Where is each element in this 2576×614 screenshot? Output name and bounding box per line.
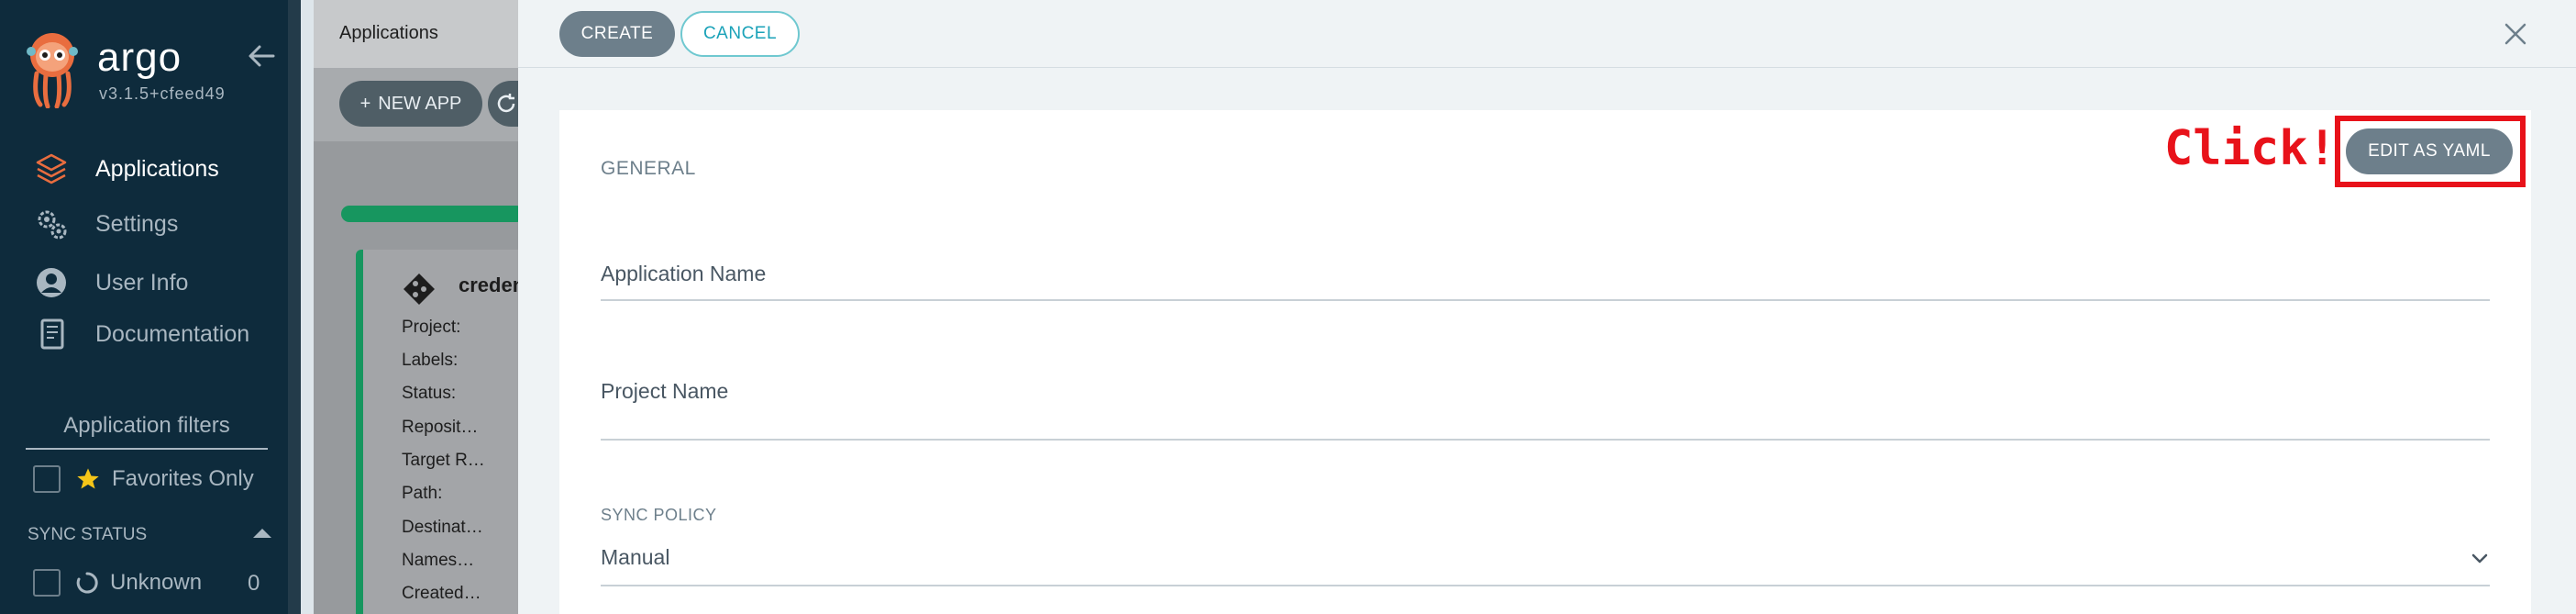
new-app-label: NEW APP [378,93,462,114]
favorites-label: Favorites Only [112,466,254,491]
sidebar: argo v3.1.5+cfeed49 Applications Setting… [0,0,301,614]
health-progress-bar [341,206,525,222]
book-icon [33,316,70,352]
unknown-count: 0 [248,571,260,596]
panel-header [518,0,2576,68]
card-field-label: Destinat… [402,518,483,537]
favorites-checkbox[interactable] [33,465,61,493]
sidebar-item-applications[interactable]: Applications [33,149,219,189]
page-title: Applications [339,23,438,43]
collapse-caret-icon[interactable] [253,529,271,538]
version-label: v3.1.5+cfeed49 [99,84,226,103]
sidebar-item-label: Settings [95,210,179,237]
sync-policy-underline [601,585,2490,586]
application-name-underline [601,299,2490,301]
sync-filter-unknown[interactable]: Unknown [33,569,202,597]
circle-notch-icon [75,571,99,595]
layers-icon [33,151,70,187]
general-section-title: GENERAL [601,158,696,179]
sidebar-item-label: Applications [95,155,219,182]
argo-logo-icon [27,33,78,108]
card-field-label: Reposit… [402,418,479,437]
sidebar-item-label: User Info [95,269,189,296]
sidebar-edge [288,0,301,614]
close-icon[interactable] [2502,20,2529,48]
favorites-only-filter[interactable]: Favorites Only [33,465,254,493]
unknown-label: Unknown [110,570,203,595]
application-form [559,110,2531,614]
sidebar-item-documentation[interactable]: Documentation [33,314,249,354]
project-name-field[interactable]: Project Name [601,379,728,404]
sync-status-heading: SYNC STATUS [28,525,148,544]
card-field-label: Target R… [402,451,485,470]
create-button[interactable]: CREATE [559,11,675,57]
card-field-label: Path: [402,484,443,503]
card-field-label: Names… [402,551,475,570]
user-circle-icon [33,264,70,301]
plus-icon: + [359,93,371,114]
new-app-button[interactable]: + NEW APP [339,81,482,127]
sidebar-item-settings[interactable]: Settings [33,204,178,244]
sync-policy-title: SYNC POLICY [601,506,717,524]
git-icon [404,274,435,305]
refresh-icon [497,94,515,113]
unknown-checkbox[interactable] [33,569,61,597]
card-field-label: Created… [402,584,481,603]
application-filters-title: Application filters [26,413,268,450]
brand-name: argo [97,35,182,80]
application-name: creden [459,274,525,296]
collapse-sidebar-icon[interactable] [246,40,277,72]
project-name-underline [601,439,2490,441]
annotation-click-label: Click! [2164,121,2337,176]
annotation-highlight-box [2335,116,2526,187]
card-field-label: Status: [402,384,457,403]
gears-icon [33,206,70,242]
chevron-down-icon[interactable] [2471,549,2489,567]
cancel-button[interactable]: CANCEL [680,11,800,57]
sync-policy-select[interactable]: Manual [601,545,669,570]
star-icon [75,466,101,492]
card-field-label: Project: [402,318,461,337]
sidebar-item-label: Documentation [95,320,250,347]
card-field-label: Labels: [402,351,459,370]
application-name-field[interactable]: Application Name [601,262,766,286]
sidebar-item-user-info[interactable]: User Info [33,262,188,303]
